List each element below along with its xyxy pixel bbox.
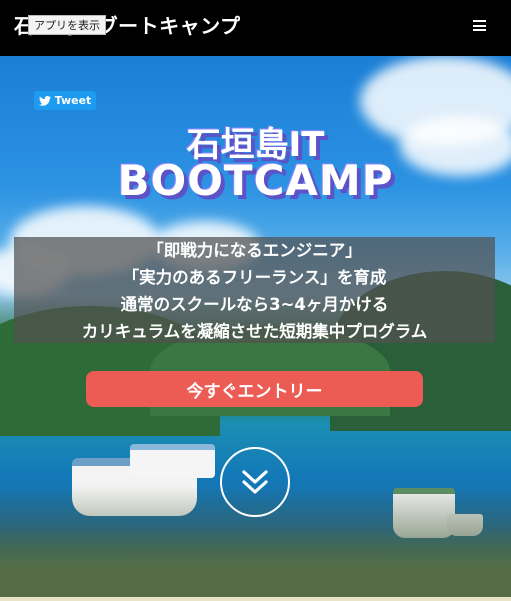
hamburger-menu-icon[interactable] <box>473 20 486 31</box>
bottom-strip <box>0 597 511 601</box>
tagline-line: 通常のスクールなら3~4ヶ月かける <box>120 295 389 314</box>
tweet-button[interactable]: Tweet <box>34 91 96 110</box>
tweet-label: Tweet <box>54 94 92 107</box>
tagline-line: 「実力のあるフリーランス」を育成 <box>122 268 387 287</box>
scroll-down-button[interactable] <box>220 447 290 517</box>
tagline-line: 「即戦力になるエンジニア」 <box>147 241 362 260</box>
top-navbar: 石垣島ITブートキャンプ アプリを表示 <box>0 0 511 56</box>
tagline-panel: 「即戦力になるエンジニア」 「実力のあるフリーランス」を育成 通常のスクールなら… <box>14 237 495 343</box>
double-chevron-down-icon <box>242 470 268 494</box>
tagline-line: カリキュラムを凝縮させた短期集中プログラム <box>81 322 428 341</box>
twitter-bird-icon <box>38 95 51 106</box>
show-app-tooltip: アプリを表示 <box>28 15 106 35</box>
hero-title-line2: BOOTCAMP <box>117 156 394 205</box>
boat <box>130 444 215 478</box>
entry-now-button[interactable]: 今すぐエントリー <box>86 371 423 407</box>
